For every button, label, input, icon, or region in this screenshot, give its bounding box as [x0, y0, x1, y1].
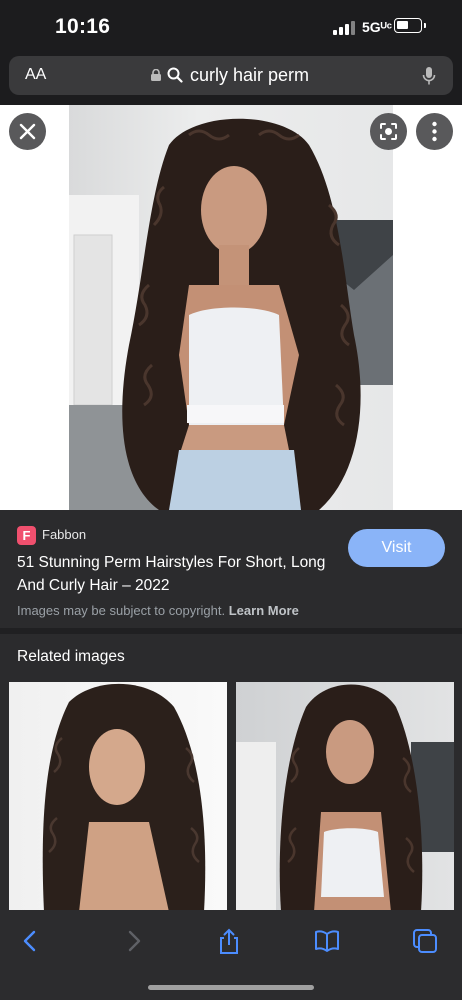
- forward-icon[interactable]: [120, 928, 146, 954]
- back-icon[interactable]: [18, 928, 44, 954]
- section-divider: [0, 628, 462, 634]
- close-button[interactable]: [9, 113, 46, 150]
- related-image-1[interactable]: [9, 682, 227, 912]
- signal-icon: [333, 21, 355, 35]
- source-favicon: F: [17, 526, 36, 545]
- image-panel: [0, 105, 462, 510]
- share-icon[interactable]: [216, 928, 242, 954]
- lens-button[interactable]: [370, 113, 407, 150]
- tabs-icon[interactable]: [412, 928, 438, 954]
- bookmarks-icon[interactable]: [314, 928, 340, 954]
- search-query[interactable]: curly hair perm: [190, 65, 309, 86]
- lock-icon: [151, 69, 161, 81]
- visit-button[interactable]: Visit: [348, 529, 445, 567]
- home-indicator: [148, 985, 314, 990]
- result-title[interactable]: 51 Stunning Perm Hairstyles For Short, L…: [17, 551, 347, 597]
- network-indicator: 5Gᵁᶜ: [362, 19, 393, 35]
- search-icon: [167, 67, 183, 83]
- related-image-2[interactable]: [236, 682, 454, 912]
- battery-icon: [394, 18, 422, 33]
- text-size-button[interactable]: AA: [25, 66, 46, 84]
- address-area: AA curly hair perm: [0, 54, 462, 105]
- status-bar: 10:16 5Gᵁᶜ: [0, 0, 462, 54]
- more-icon: [432, 121, 437, 142]
- learn-more-link[interactable]: Learn More: [229, 603, 299, 618]
- related-images-heading: Related images: [17, 648, 125, 665]
- close-icon: [19, 123, 36, 140]
- status-time: 10:16: [55, 15, 111, 38]
- copyright-notice: Images may be subject to copyright. Lear…: [17, 603, 299, 618]
- more-options-button[interactable]: [416, 113, 453, 150]
- copyright-text: Images may be subject to copyright.: [17, 603, 226, 618]
- microphone-icon[interactable]: [422, 66, 436, 86]
- lens-icon: [380, 123, 397, 140]
- main-image[interactable]: [69, 105, 393, 510]
- address-bar[interactable]: AA curly hair perm: [9, 56, 453, 95]
- source-name: Fabbon: [42, 527, 87, 542]
